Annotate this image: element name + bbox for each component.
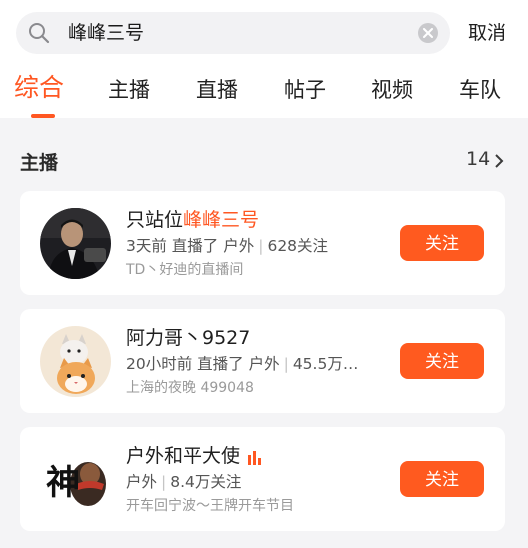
live-status: 3天前 直播了 户外 — [126, 237, 255, 255]
streamer-meta: 3天前 直播了 户外 | 628关注 — [126, 235, 328, 257]
clear-icon[interactable] — [418, 23, 438, 43]
avatar-calligraphy: 神 — [46, 463, 80, 503]
follower-count: 8.4万关注 — [170, 473, 242, 491]
section-more-link[interactable]: 14 — [466, 148, 504, 170]
streamer-name-highlight: 峰峰三号 — [183, 209, 260, 231]
avatar[interactable] — [40, 208, 111, 279]
streamer-card[interactable]: 阿力哥丶9527 20小时前 直播了 户外 | 45.5万… 上海的夜晚 49904… — [20, 309, 505, 413]
chevron-right-icon — [495, 154, 504, 168]
streamer-meta: 20小时前 直播了 户外 | 45.5万… — [126, 353, 358, 375]
category: 户外 — [126, 473, 158, 491]
room-title: TD丶好迪的直播间 — [126, 262, 244, 278]
live-indicator-icon — [248, 450, 262, 465]
streamer-name[interactable]: 户外和平大使 — [126, 443, 262, 469]
room-title: 上海的夜晚 499048 — [126, 380, 254, 396]
follow-button[interactable]: 关注 — [400, 225, 484, 261]
room-title: 开车回宁波～王牌开车节目 — [126, 498, 294, 514]
follow-button[interactable]: 关注 — [400, 343, 484, 379]
divider: | — [283, 355, 289, 373]
avatar[interactable]: 神 — [40, 444, 111, 515]
streamer-card[interactable]: 只站位峰峰三号 3天前 直播了 户外 | 628关注 TD丶好迪的直播间 关注 — [20, 191, 505, 295]
streamer-name[interactable]: 阿力哥丶9527 — [126, 325, 250, 351]
follow-button[interactable]: 关注 — [400, 461, 484, 497]
follower-count: 45.5万… — [292, 355, 359, 373]
search-input[interactable]: 峰峰三号 — [68, 21, 144, 45]
streamer-card[interactable]: 神 户外和平大使 户外 | 8.4万关注 开车回宁波～王牌开车节目 关注 — [20, 427, 505, 531]
tab-teams[interactable]: 车队 — [459, 76, 501, 104]
section-title: 主播 — [20, 152, 59, 174]
tab-bar: 综合 主播 直播 帖子 视频 车队 — [0, 68, 528, 118]
search-icon — [29, 23, 50, 44]
active-tab-indicator — [31, 114, 55, 118]
live-status: 20小时前 直播了 户外 — [126, 355, 280, 373]
follower-count: 628关注 — [267, 237, 329, 255]
tab-streamers[interactable]: 主播 — [108, 76, 150, 104]
streamer-name[interactable]: 只站位峰峰三号 — [126, 207, 259, 233]
streamer-name-text: 户外和平大使 — [126, 445, 241, 467]
streamer-name-text: 只站位 — [126, 209, 184, 231]
avatar[interactable] — [40, 326, 111, 397]
tab-live[interactable]: 直播 — [196, 76, 238, 104]
tab-videos[interactable]: 视频 — [371, 76, 413, 104]
streamer-meta: 户外 | 8.4万关注 — [126, 471, 241, 493]
tab-posts[interactable]: 帖子 — [284, 76, 326, 104]
tab-all[interactable]: 综合 — [14, 74, 64, 102]
search-header: 峰峰三号 取消 综合 主播 直播 帖子 视频 车队 — [0, 0, 528, 118]
search-bar[interactable]: 峰峰三号 — [16, 12, 450, 54]
divider: | — [258, 237, 264, 255]
cancel-button[interactable]: 取消 — [468, 20, 506, 46]
divider: | — [161, 473, 167, 491]
section-count: 14 — [466, 148, 491, 170]
